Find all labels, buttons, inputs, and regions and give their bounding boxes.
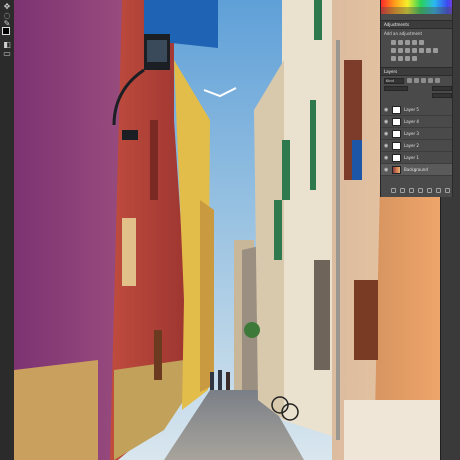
layer-thumbnail (392, 118, 401, 126)
blend-mode-select[interactable] (384, 86, 408, 91)
levels-icon[interactable] (398, 40, 403, 45)
color-lookup-icon[interactable] (426, 48, 431, 53)
vibrance-icon[interactable] (419, 40, 424, 45)
threshold-icon[interactable] (398, 56, 403, 61)
screen-mode-icon[interactable]: ▭ (2, 49, 12, 58)
photo-filter-icon[interactable] (412, 48, 417, 53)
layer-name: Background (404, 167, 428, 172)
visibility-eye-icon[interactable]: ◉ (384, 155, 388, 161)
background-layer-item[interactable]: ◉ Background ▣ (381, 164, 460, 176)
layers-bottom-toolbar (391, 188, 455, 194)
visibility-eye-icon[interactable]: ◉ (384, 143, 388, 149)
adjustment-filter-icon[interactable] (414, 78, 419, 83)
layer-name: Layer 1 (404, 155, 419, 160)
exposure-icon[interactable] (412, 40, 417, 45)
tools-panel: ✥ ◌ ✎ ◧ ▭ (0, 0, 15, 460)
channel-mixer-icon[interactable] (419, 48, 424, 53)
foreground-color-swatch[interactable] (2, 27, 10, 35)
visibility-eye-icon[interactable]: ◉ (384, 107, 388, 113)
layer-thumbnail (392, 106, 401, 114)
move-tool-icon[interactable]: ✥ (2, 2, 12, 11)
document-canvas[interactable] (14, 0, 440, 460)
fill-field[interactable] (432, 93, 452, 98)
layer-name: Layer 2 (404, 143, 419, 148)
brightness-icon[interactable] (391, 40, 396, 45)
visibility-eye-icon[interactable]: ◉ (384, 167, 388, 173)
add-mask-icon[interactable] (409, 188, 414, 193)
quick-mask-icon[interactable]: ◧ (2, 40, 12, 49)
posterize-icon[interactable] (391, 56, 396, 61)
layer-item[interactable]: ◉ Layer 3 (381, 128, 460, 140)
layer-name: Layer 5 (404, 107, 419, 112)
layer-filter-icons (407, 78, 457, 84)
layer-item[interactable]: ◉ Layer 1 (381, 152, 460, 164)
panel-scroll-edge (452, 0, 460, 197)
layer-filter-row: Kind (384, 78, 458, 84)
adjustment-icons-row-2 (391, 48, 453, 54)
color-balance-icon[interactable] (398, 48, 403, 53)
photoshop-window: ✥ ◌ ✎ ◧ ▭ Adjustments Add an adjustment … (0, 0, 460, 460)
new-layer-icon[interactable] (436, 188, 441, 193)
layer-thumbnail (392, 154, 401, 162)
layer-item[interactable]: ◉ Layer 4 (381, 116, 460, 128)
black-white-icon[interactable] (405, 48, 410, 53)
hue-saturation-icon[interactable] (391, 48, 396, 53)
curves-icon[interactable] (405, 40, 410, 45)
layer-name: Layer 4 (404, 119, 419, 124)
adjustments-subtitle: Add an adjustment (384, 31, 423, 36)
layer-name: Layer 3 (404, 131, 419, 136)
layers-title: Layers (384, 69, 398, 74)
layer-item[interactable]: ◉ Layer 2 (381, 140, 460, 152)
type-filter-icon[interactable] (421, 78, 426, 83)
swatches-panel[interactable] (381, 0, 460, 14)
invert-icon[interactable] (433, 48, 438, 53)
layer-item[interactable]: ◉ Layer 5 (381, 104, 460, 116)
link-layers-icon[interactable] (391, 188, 396, 193)
new-adjustment-icon[interactable] (418, 188, 423, 193)
pixel-filter-icon[interactable] (407, 78, 412, 83)
street-photo (14, 0, 440, 460)
opacity-field[interactable] (432, 86, 452, 91)
shape-filter-icon[interactable] (428, 78, 433, 83)
visibility-eye-icon[interactable]: ◉ (384, 119, 388, 125)
layer-options-row (384, 86, 458, 98)
right-panel-dock: Adjustments Add an adjustment Layers Kin… (380, 0, 460, 197)
layer-thumbnail (392, 130, 401, 138)
kind-label: Kind (386, 79, 394, 83)
layer-kind-filter[interactable]: Kind (384, 78, 404, 84)
adjustments-title: Adjustments (384, 22, 410, 27)
selective-color-icon[interactable] (412, 56, 417, 61)
gradient-map-icon[interactable] (405, 56, 410, 61)
adjustment-icons-row-1 (391, 40, 453, 46)
layers-header[interactable]: Layers (381, 67, 460, 76)
layer-thumbnail (392, 142, 401, 150)
background-thumbnail (392, 166, 401, 174)
delete-layer-icon[interactable] (445, 188, 450, 193)
visibility-eye-icon[interactable]: ◉ (384, 131, 388, 137)
adjustment-icons-row-3 (391, 56, 453, 62)
layer-style-icon[interactable] (400, 188, 405, 193)
smart-object-filter-icon[interactable] (435, 78, 440, 83)
adjustments-header[interactable]: Adjustments (381, 20, 460, 29)
new-group-icon[interactable] (427, 188, 432, 193)
